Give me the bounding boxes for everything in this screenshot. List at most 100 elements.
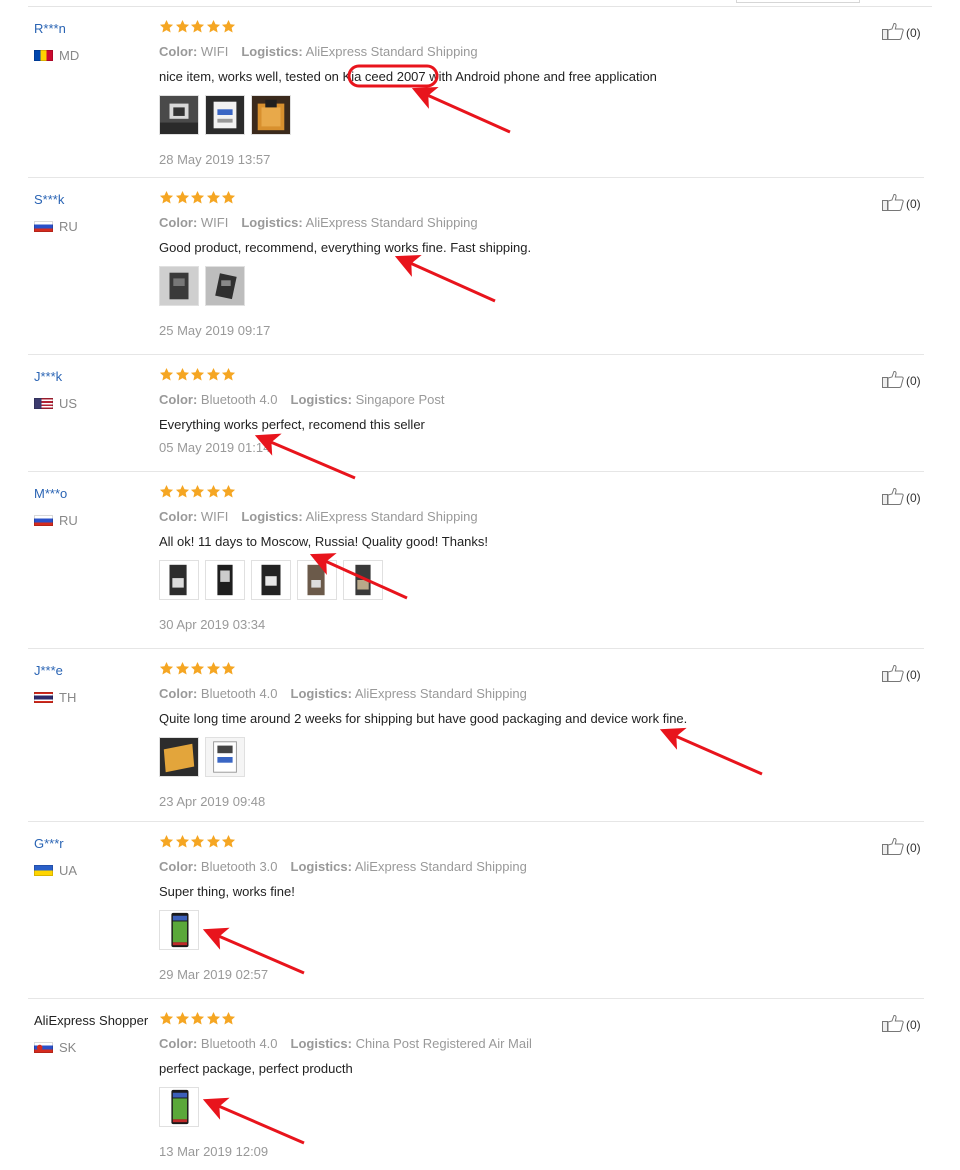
star-icon: [190, 661, 205, 675]
thumbs-up-icon: [882, 22, 906, 43]
rating-stars: [159, 484, 237, 499]
color-label: Color:: [159, 392, 198, 407]
review-photo-thumbnail[interactable]: [343, 560, 383, 600]
star-icon: [175, 834, 189, 848]
helpful-button[interactable]: (0): [882, 370, 921, 391]
review-text: Quite long time around 2 weeks for shipp…: [159, 711, 688, 726]
country-code: SK: [59, 1040, 77, 1055]
reviewer-name[interactable]: M***o: [34, 486, 67, 501]
review-photo-thumbnail[interactable]: [159, 737, 199, 777]
star-icon: [206, 19, 220, 33]
helpful-button[interactable]: (0): [882, 1014, 921, 1035]
review-photo-thumbnail[interactable]: [205, 560, 245, 600]
color-value: Bluetooth 4.0: [200, 686, 278, 701]
review-photo-thumbnail[interactable]: [205, 266, 245, 306]
helpful-count: (0): [906, 1017, 921, 1032]
helpful-count: (0): [906, 25, 921, 40]
review-photo-thumbnail[interactable]: [251, 95, 291, 135]
rating-stars: [159, 19, 237, 34]
reviewer-name[interactable]: J***e: [34, 663, 63, 678]
review-attributes: Color: WIFI Logistics: AliExpress Standar…: [159, 509, 478, 524]
logistics-value: AliExpress Standard Shipping: [354, 686, 527, 701]
color-value: Bluetooth 4.0: [200, 392, 278, 407]
reviewer-name[interactable]: AliExpress Shopper: [34, 1013, 148, 1028]
logistics-label: Logistics:: [241, 509, 303, 524]
review-text: Super thing, works fine!: [159, 884, 295, 899]
helpful-button[interactable]: (0): [882, 193, 921, 214]
star-icon: [159, 190, 174, 204]
reviewer-name[interactable]: R***n: [34, 21, 66, 36]
color-label: Color:: [159, 215, 198, 230]
review-date: 23 Apr 2019 09:48: [159, 794, 266, 809]
russia-flag-icon: [34, 221, 53, 232]
review-photo-thumbnail[interactable]: [205, 737, 245, 777]
review-attributes: Color: WIFI Logistics: AliExpress Standar…: [159, 44, 478, 59]
star-icon: [206, 1011, 220, 1025]
logistics-value: AliExpress Standard Shipping: [305, 509, 478, 524]
review-photo-thumbnail[interactable]: [159, 95, 199, 135]
color-value: WIFI: [200, 509, 229, 524]
star-icon: [190, 190, 205, 204]
reviewer-country: US: [34, 396, 77, 411]
star-icon: [175, 484, 189, 498]
star-icon: [159, 484, 174, 498]
helpful-count: (0): [906, 840, 921, 855]
thumbs-up-icon: [882, 664, 906, 685]
review-photo-thumbnail[interactable]: [251, 560, 291, 600]
star-icon: [206, 661, 220, 675]
review-photo-thumbnail[interactable]: [159, 1087, 199, 1127]
logistics-value: China Post Registered Air Mail: [355, 1036, 532, 1051]
reviewer-name[interactable]: S***k: [34, 192, 64, 207]
review-attributes: Color: Bluetooth 4.0 Logistics: Singapore…: [159, 392, 444, 407]
review-text: perfect package, perfect producth: [159, 1061, 353, 1076]
review-photo-thumbnail[interactable]: [205, 95, 245, 135]
helpful-button[interactable]: (0): [882, 487, 921, 508]
star-icon: [190, 1011, 205, 1025]
review-photos: [159, 266, 251, 306]
logistics-value: AliExpress Standard Shipping: [305, 215, 478, 230]
ukraine-flag-icon: [34, 865, 53, 876]
star-icon: [175, 661, 189, 675]
review-photo-thumbnail[interactable]: [159, 266, 199, 306]
review-item: S***k RU Color: WIFI Logistics: AliExpres…: [28, 178, 924, 355]
star-icon: [159, 1011, 174, 1025]
color-label: Color:: [159, 686, 198, 701]
star-icon: [221, 834, 236, 848]
helpful-button[interactable]: (0): [882, 664, 921, 685]
review-date: 05 May 2019 01:14: [159, 440, 271, 455]
review-photos: [159, 910, 205, 950]
review-attributes: Color: WIFI Logistics: AliExpress Standar…: [159, 215, 478, 230]
logistics-label: Logistics:: [290, 686, 352, 701]
helpful-button[interactable]: (0): [882, 837, 921, 858]
review-photo-thumbnail[interactable]: [159, 560, 199, 600]
logistics-label: Logistics:: [241, 44, 303, 59]
star-icon: [159, 661, 174, 675]
country-code: RU: [59, 513, 78, 528]
review-text: Everything works perfect, recomend this …: [159, 417, 425, 432]
star-icon: [190, 19, 205, 33]
star-icon: [159, 367, 174, 381]
reviewer-name[interactable]: G***r: [34, 836, 64, 851]
slovakia-flag-icon: [34, 1042, 53, 1053]
thumbs-up-icon: [882, 487, 906, 508]
star-icon: [221, 484, 236, 498]
reviewer-name[interactable]: J***k: [34, 369, 62, 384]
star-icon: [221, 1011, 236, 1025]
country-code: TH: [59, 690, 77, 705]
logistics-label: Logistics:: [290, 1036, 352, 1051]
star-icon: [206, 190, 220, 204]
country-code: MD: [59, 48, 80, 63]
review-date: 25 May 2019 09:17: [159, 323, 271, 338]
logistics-label: Logistics:: [290, 859, 352, 874]
top-control-edge: [736, 0, 860, 3]
review-photo-thumbnail[interactable]: [297, 560, 337, 600]
moldova-flag-icon: [34, 50, 53, 61]
logistics-value: AliExpress Standard Shipping: [305, 44, 478, 59]
russia-flag-icon: [34, 515, 53, 526]
star-icon: [159, 834, 174, 848]
star-icon: [221, 367, 236, 381]
review-photo-thumbnail[interactable]: [159, 910, 199, 950]
helpful-button[interactable]: (0): [882, 22, 921, 43]
star-icon: [206, 484, 220, 498]
review-item: J***k US Color: Bluetooth 4.0 Logistics: …: [28, 355, 924, 472]
